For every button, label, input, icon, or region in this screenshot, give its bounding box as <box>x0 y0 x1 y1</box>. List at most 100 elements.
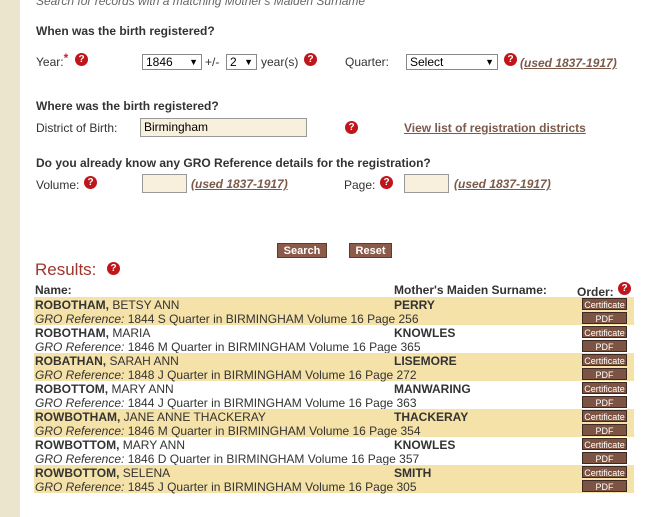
record-gro-reference: GRO Reference: 1846 M Quarter in BIRMING… <box>35 424 421 438</box>
when-question: When was the birth registered? <box>36 24 215 38</box>
view-districts-link[interactable]: View list of registration districts <box>404 121 586 135</box>
result-row: ROBOTHAM, MARIA GRO Reference: 1846 M Qu… <box>34 325 634 354</box>
record-gro-reference: GRO Reference: 1844 S Quarter in BIRMING… <box>35 312 419 326</box>
gro-reference-label: GRO Reference: <box>35 396 125 410</box>
record-gro-reference: GRO Reference: 1845 J Quarter in BIRMING… <box>35 480 417 494</box>
gro-reference-value: 1845 J Quarter in BIRMINGHAM Volume 16 P… <box>124 480 417 494</box>
order-help-icon[interactable]: ? <box>618 282 631 295</box>
quarter-used-note[interactable]: (used 1837-1917) <box>520 56 617 70</box>
plus-minus-label: +/- <box>205 55 220 69</box>
col-mmn-header: Mother's Maiden Surname: <box>394 283 547 297</box>
left-sidebar-strip <box>0 0 20 517</box>
order-pdf-button[interactable]: PDF <box>582 396 627 408</box>
record-forenames: MARY ANN <box>119 438 186 452</box>
order-pdf-button[interactable]: PDF <box>582 452 627 464</box>
order-certificate-button[interactable]: Certificate <box>582 326 627 338</box>
record-surname: ROWBOTHAM, <box>35 410 121 424</box>
record-forenames: MARIA <box>109 326 151 340</box>
results-title: Results: <box>35 260 97 279</box>
volume-input[interactable] <box>142 174 187 193</box>
record-surname: ROBOTHAM, <box>35 326 109 340</box>
order-pdf-button[interactable]: PDF <box>582 424 627 436</box>
volume-label: Volume: <box>36 178 80 192</box>
record-gro-reference: GRO Reference: 1848 J Quarter in BIRMING… <box>35 368 417 382</box>
record-surname: ROBOTTOM, <box>35 382 109 396</box>
year-help-icon[interactable]: ? <box>75 53 88 66</box>
record-gro-reference: GRO Reference: 1846 M Quarter in BIRMING… <box>35 340 421 354</box>
order-pdf-button[interactable]: PDF <box>582 340 627 352</box>
where-question: Where was the birth registered? <box>36 99 219 113</box>
district-input[interactable]: Birmingham <box>140 118 307 137</box>
page-input[interactable] <box>404 174 449 193</box>
record-surname: ROBATHAN, <box>35 354 107 368</box>
gro-question: Do you already know any GRO Reference de… <box>36 156 431 170</box>
year-select-value: 1846 <box>146 55 173 69</box>
quarter-select[interactable]: Select ▼ <box>406 54 498 70</box>
gro-reference-label: GRO Reference: <box>35 424 125 438</box>
record-forenames: MARY ANN <box>108 382 174 396</box>
order-certificate-button[interactable]: Certificate <box>582 438 627 450</box>
record-name: ROWBOTTOM, MARY ANN <box>35 438 185 452</box>
order-certificate-button[interactable]: Certificate <box>582 298 627 310</box>
col-name-header: Name: <box>35 283 72 297</box>
page-used-note[interactable]: (used 1837-1917) <box>454 177 551 191</box>
order-pdf-button[interactable]: PDF <box>582 480 627 492</box>
range-select-value: 2 <box>230 55 237 69</box>
record-mothers-maiden-surname: MANWARING <box>394 382 471 396</box>
page-help-icon[interactable]: ? <box>380 176 393 189</box>
year-label-text: Year: <box>36 55 64 69</box>
year-select[interactable]: 1846 ▼ <box>142 54 202 70</box>
record-mothers-maiden-surname: THACKERAY <box>394 410 469 424</box>
gro-reference-label: GRO Reference: <box>35 340 125 354</box>
quarter-label: Quarter: <box>345 55 390 69</box>
gro-reference-label: GRO Reference: <box>35 312 125 326</box>
reset-button[interactable]: Reset <box>349 243 392 258</box>
result-row: ROWBOTHAM, JANE ANNE THACKERAY GRO Refer… <box>34 409 634 438</box>
year-label: Year:* <box>36 51 68 69</box>
gro-reference-label: GRO Reference: <box>35 368 125 382</box>
record-mothers-maiden-surname: LISEMORE <box>394 354 457 368</box>
record-mothers-maiden-surname: SMITH <box>394 466 432 480</box>
volume-help-icon[interactable]: ? <box>84 176 97 189</box>
range-select[interactable]: 2 ▼ <box>226 54 257 70</box>
gro-reference-value: 1846 M Quarter in BIRMINGHAM Volume 16 P… <box>124 424 421 438</box>
gro-reference-value: 1844 S Quarter in BIRMINGHAM Volume 16 P… <box>124 312 419 326</box>
quarter-select-value: Select <box>410 55 444 69</box>
chevron-down-icon: ▼ <box>189 57 198 67</box>
record-name: ROBATHAN, SARAH ANN <box>35 354 179 368</box>
record-surname: ROWBOTTOM, <box>35 466 120 480</box>
gro-reference-value: 1844 J Quarter in BIRMINGHAM Volume 16 P… <box>124 396 417 410</box>
order-certificate-button[interactable]: Certificate <box>582 382 627 394</box>
record-forenames: BETSY ANN <box>109 298 180 312</box>
result-row: ROBOTHAM, BETSY ANN GRO Reference: 1844 … <box>34 297 634 326</box>
record-name: ROWBOTHAM, JANE ANNE THACKERAY <box>35 410 266 424</box>
range-help-icon[interactable]: ? <box>304 53 317 66</box>
record-mothers-maiden-surname: KNOWLES <box>394 438 456 452</box>
record-name: ROWBOTTOM, SELENA <box>35 466 170 480</box>
district-label: District of Birth: <box>36 121 118 135</box>
result-row: ROWBOTTOM, SELENA GRO Reference: 1845 J … <box>34 465 634 494</box>
record-mothers-maiden-surname: KNOWLES <box>394 326 456 340</box>
quarter-help-icon[interactable]: ? <box>504 53 517 66</box>
order-certificate-button[interactable]: Certificate <box>582 354 627 366</box>
record-forenames: JANE ANNE THACKERAY <box>120 410 266 424</box>
results-help-icon[interactable]: ? <box>107 262 120 275</box>
record-surname: ROWBOTTOM, <box>35 438 120 452</box>
search-button[interactable]: Search <box>277 243 327 258</box>
gro-reference-value: 1846 D Quarter in BIRMINGHAM Volume 16 P… <box>124 452 420 466</box>
record-mothers-maiden-surname: PERRY <box>394 298 435 312</box>
order-certificate-button[interactable]: Certificate <box>582 410 627 422</box>
record-gro-reference: GRO Reference: 1846 D Quarter in BIRMING… <box>35 452 419 466</box>
result-row: ROBATHAN, SARAH ANN GRO Reference: 1848 … <box>34 353 634 382</box>
district-help-icon[interactable]: ? <box>345 121 358 134</box>
volume-used-note[interactable]: (used 1837-1917) <box>191 177 288 191</box>
order-pdf-button[interactable]: PDF <box>582 312 627 324</box>
gro-reference-value: 1848 J Quarter in BIRMINGHAM Volume 16 P… <box>124 368 417 382</box>
record-name: ROBOTTOM, MARY ANN <box>35 382 174 396</box>
record-name: ROBOTHAM, BETSY ANN <box>35 298 179 312</box>
record-forenames: SELENA <box>119 466 171 480</box>
order-pdf-button[interactable]: PDF <box>582 368 627 380</box>
required-marker: * <box>63 51 69 65</box>
cutoff-search-option-text: Search for records with a matching Mothe… <box>36 0 366 8</box>
order-certificate-button[interactable]: Certificate <box>582 466 627 478</box>
